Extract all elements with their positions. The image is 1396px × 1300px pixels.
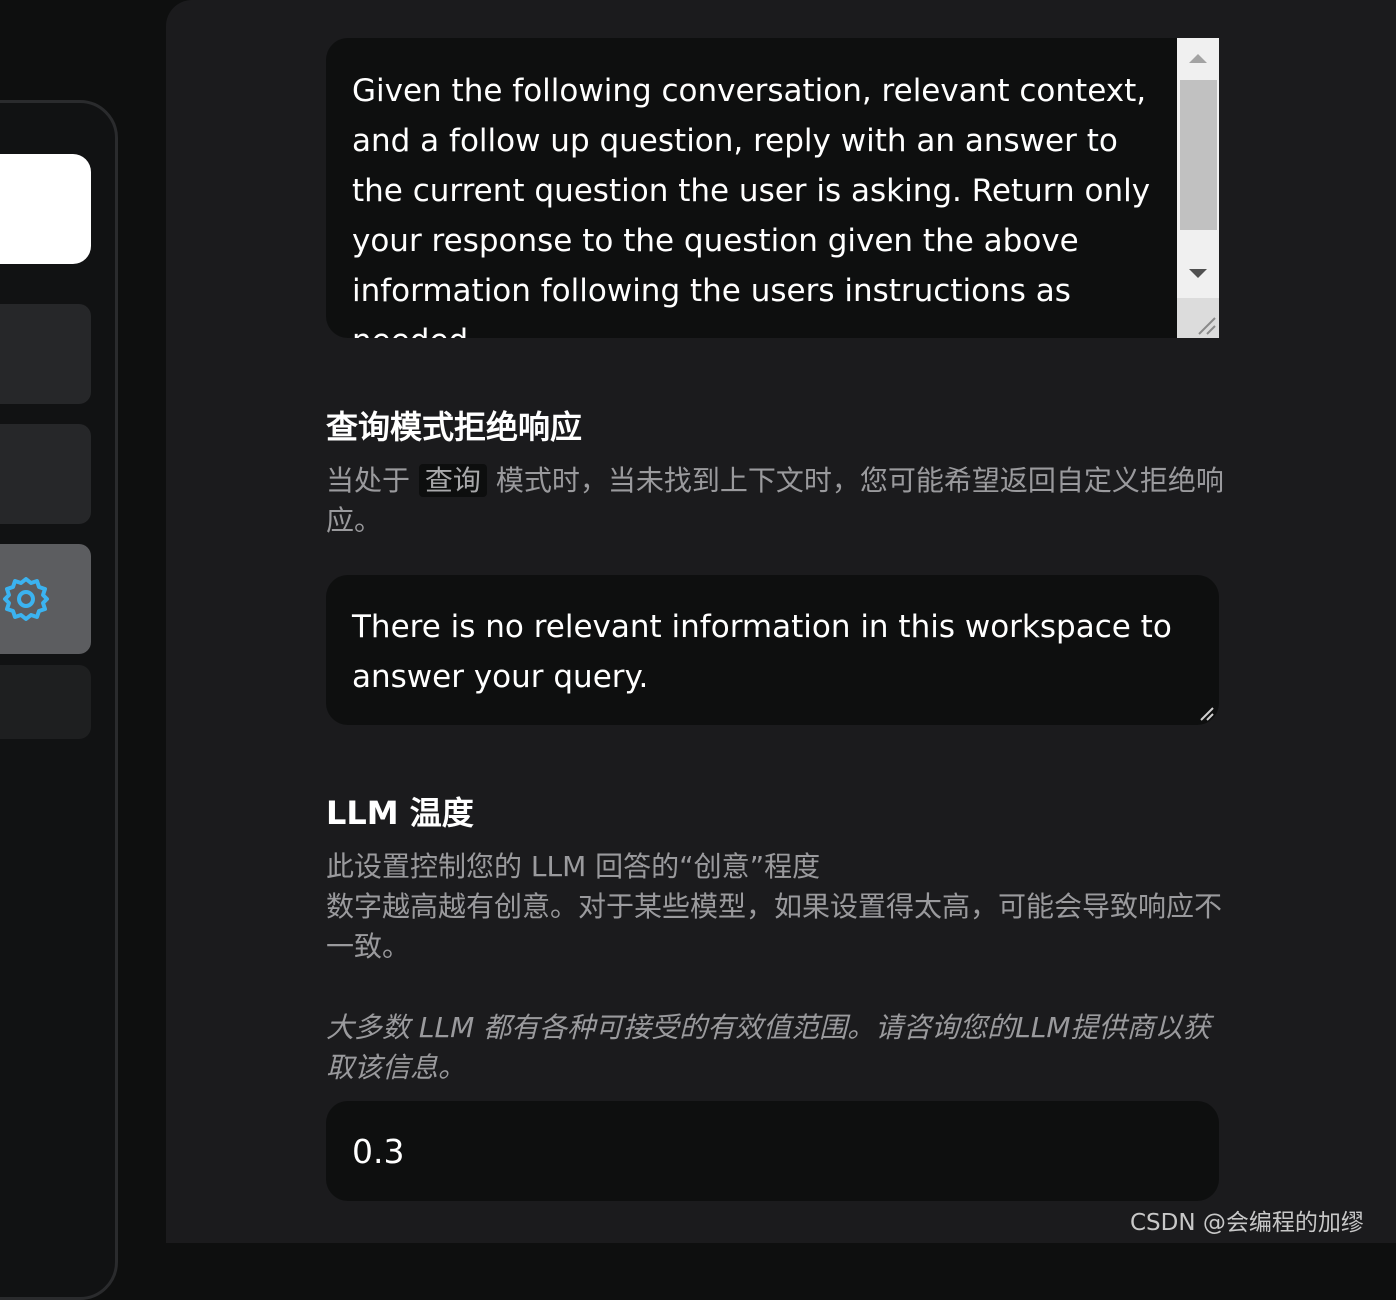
gear-icon: [3, 577, 49, 621]
temperature-input[interactable]: 0.3: [326, 1101, 1219, 1201]
llm-temperature-title: LLM 温度: [326, 794, 474, 832]
query-refusal-text: There is no relevant information in this…: [352, 609, 1172, 695]
llm-temperature-description: 此设置控制您的 LLM 回答的“创意”程度 数字越高越有创意。对于某些模型，如果…: [326, 847, 1226, 967]
temperature-desc-line2: 数字越高越有创意。对于某些模型，如果设置得太高，可能会导致响应不一致。: [326, 890, 1223, 963]
scroll-down-arrow-icon[interactable]: [1189, 269, 1207, 278]
textarea-scrollbar[interactable]: [1177, 38, 1219, 338]
sidebar-button-5[interactable]: [0, 665, 91, 739]
desc-prefix: 当处于: [326, 464, 411, 497]
chat-prompt-textarea[interactable]: Given the following conversation, releva…: [326, 38, 1219, 338]
query-refusal-textarea[interactable]: There is no relevant information in this…: [326, 575, 1219, 725]
query-mode-code: 查询: [418, 464, 487, 497]
sidebar-button-2[interactable]: [0, 304, 91, 404]
resize-handle-icon[interactable]: [1177, 298, 1219, 338]
sidebar-button-primary[interactable]: [0, 154, 91, 264]
query-refusal-title: 查询模式拒绝响应: [326, 408, 583, 446]
sidebar-button-3[interactable]: [0, 424, 91, 524]
resize-grip-icon[interactable]: [1198, 705, 1216, 723]
scroll-thumb[interactable]: [1180, 80, 1217, 230]
query-refusal-description: 当处于 查询 模式时，当未找到上下文时，您可能希望返回自定义拒绝响应。: [326, 461, 1226, 541]
temperature-value: 0.3: [352, 1132, 405, 1171]
scroll-up-arrow-icon[interactable]: [1189, 54, 1207, 63]
temperature-note: 大多数 LLM 都有各种可接受的有效值范围。请咨询您的LLM提供商以获取该信息。: [326, 1011, 1211, 1084]
watermark: CSDN @会编程的加缪: [1130, 1210, 1364, 1236]
temperature-desc-line1: 此设置控制您的 LLM 回答的“创意”程度: [326, 850, 821, 883]
sidebar-button-settings[interactable]: [0, 544, 91, 654]
chat-prompt-text: Given the following conversation, releva…: [352, 73, 1151, 338]
